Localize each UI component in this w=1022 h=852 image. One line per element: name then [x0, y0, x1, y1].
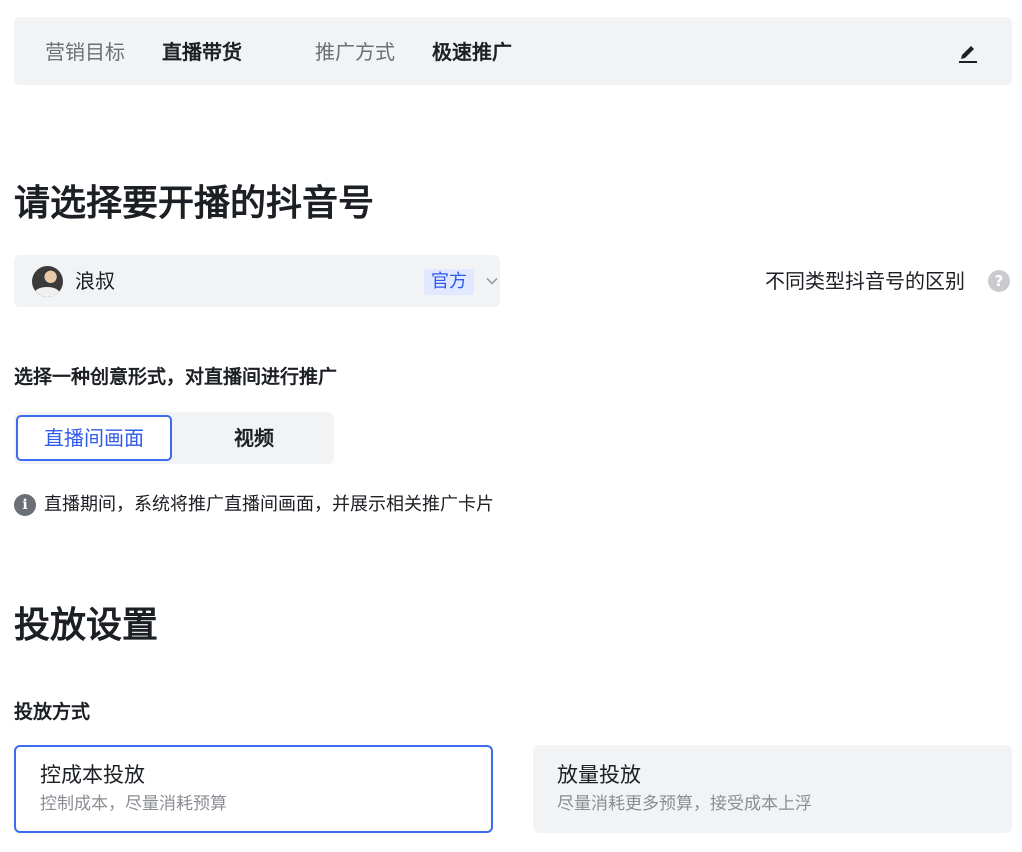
account-name: 浪叔: [75, 269, 115, 293]
creative-option-video[interactable]: 视频: [176, 415, 332, 461]
douyin-account-select[interactable]: 浪叔 官方: [14, 255, 500, 307]
marketing-goal-value: 直播带货: [162, 40, 242, 64]
promotion-method-value: 极速推广: [432, 40, 512, 64]
question-circle-icon[interactable]: ?: [988, 270, 1010, 292]
info-circle-icon: i: [14, 494, 36, 516]
account-section-title: 请选择要开播的抖音号: [14, 183, 375, 224]
campaign-summary-bar: 营销目标 直播带货 推广方式 极速推广: [14, 17, 1012, 85]
avatar: [32, 266, 63, 297]
delivery-settings-title: 投放设置: [14, 605, 159, 646]
delivery-card-cost-control[interactable]: 控成本投放 控制成本，尽量消耗预算: [14, 745, 493, 833]
delivery-card-desc: 控制成本，尽量消耗预算: [40, 794, 227, 814]
account-type-diff-link[interactable]: 不同类型抖音号的区别: [765, 268, 965, 294]
promotion-method-label: 推广方式: [315, 40, 395, 64]
creative-type-segmented-control: 直播间画面 视频: [14, 412, 334, 464]
delivery-card-title: 控成本投放: [40, 763, 145, 787]
creative-info-text: 直播期间，系统将推广直播间画面，并展示相关推广卡片: [44, 494, 494, 515]
chevron-down-icon: [486, 277, 498, 285]
edit-pencil-icon[interactable]: [955, 38, 981, 64]
creative-section-title: 选择一种创意形式，对直播间进行推广: [14, 366, 338, 388]
marketing-goal-label: 营销目标: [45, 40, 125, 64]
delivery-method-title: 投放方式: [14, 701, 91, 723]
official-badge: 官方: [424, 269, 474, 295]
delivery-card-title: 放量投放: [557, 763, 641, 787]
delivery-card-desc: 尽量消耗更多预算，接受成本上浮: [557, 794, 812, 814]
creative-option-live-room[interactable]: 直播间画面: [16, 415, 172, 461]
delivery-card-volume[interactable]: 放量投放 尽量消耗更多预算，接受成本上浮: [533, 745, 1012, 833]
